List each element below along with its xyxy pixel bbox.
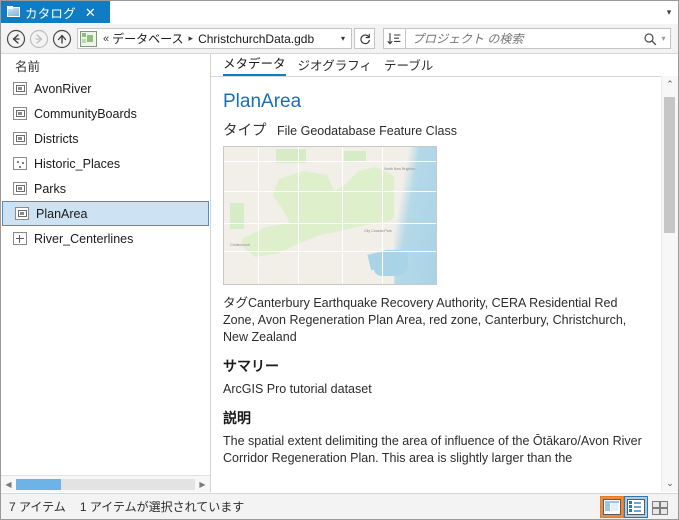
scroll-left-icon[interactable]: ◀ — [1, 480, 16, 489]
type-value: File Geodatabase Feature Class — [276, 124, 457, 138]
search-input[interactable] — [406, 31, 643, 46]
list-view-icon — [627, 498, 645, 515]
navigation-toolbar: « データベース ▸ ChristchurchData.gdb ▾ プロジェクト… — [1, 24, 678, 54]
thumbnail-map: North New Brighton Christchurch City Coa… — [223, 146, 437, 285]
status-bar: 7 アイテム 1 アイテムが選択されています — [1, 493, 678, 519]
tab-strip: カタログ ✕ ▾ — [1, 1, 678, 24]
tree-item-label: Districts — [34, 131, 79, 146]
hscroll-track[interactable] — [16, 478, 195, 490]
breadcrumb-separator-icon: ▸ — [188, 33, 194, 43]
breadcrumb-item-database[interactable]: データベース — [112, 30, 183, 47]
detail-panel: メタデータ ジオグラフィ テーブル PlanArea タイプ File Geod… — [211, 54, 678, 492]
breadcrumb-overflow-chevrons[interactable]: « — [100, 33, 112, 45]
back-button[interactable] — [5, 28, 27, 50]
up-arrow-icon — [52, 29, 72, 48]
detail-vertical-scrollbar[interactable]: ⌃ ⌄ — [661, 76, 678, 492]
tree-item-planarea[interactable]: PlanArea — [2, 201, 209, 226]
hscroll-thumb[interactable] — [16, 478, 61, 490]
content-split: 名前 AvonRiver CommunityBoards Districts H… — [1, 54, 678, 492]
detail-tabs: メタデータ ジオグラフィ テーブル — [211, 54, 678, 77]
view-mode-buttons — [600, 495, 678, 518]
description-heading: 説明 — [223, 410, 251, 426]
tree-item-label: CommunityBoards — [34, 106, 137, 121]
catalog-window: カタログ ✕ ▾ « データベース ▸ ChristchurchData.gdb… — [0, 0, 679, 520]
tab-strip-filler — [110, 1, 660, 23]
sort-button[interactable] — [383, 28, 405, 49]
tree-item-label: Parks — [34, 181, 66, 196]
item-count-label: 7 アイテム — [9, 500, 66, 514]
page-title: PlanArea — [223, 91, 302, 112]
metadata-content: PlanArea タイプ File Geodatabase Feature Cl… — [211, 77, 678, 492]
point-feature-class-icon — [13, 157, 27, 170]
tags-row: タグCanterbury Earthquake Recovery Authori… — [223, 295, 652, 346]
catalog-icon — [7, 6, 20, 18]
list-view-button[interactable] — [624, 495, 648, 518]
search-icon[interactable] — [643, 32, 657, 46]
forward-icon — [29, 29, 49, 48]
tree-item-historic-places[interactable]: Historic_Places — [1, 151, 210, 176]
tree-item-label: Historic_Places — [34, 156, 121, 171]
close-icon[interactable]: ✕ — [85, 6, 96, 19]
scroll-down-icon[interactable]: ⌄ — [662, 475, 678, 492]
tab-table[interactable]: テーブル — [384, 55, 433, 76]
refresh-button[interactable] — [354, 28, 375, 49]
details-view-button[interactable] — [600, 495, 624, 518]
scroll-right-icon[interactable]: ▶ — [195, 480, 210, 489]
back-icon — [6, 29, 26, 48]
scroll-up-icon[interactable]: ⌃ — [662, 76, 678, 93]
tree-item-label: AvonRiver — [34, 81, 92, 96]
polygon-feature-class-icon — [13, 107, 27, 120]
tags-value: Canterbury Earthquake Recovery Authority… — [223, 296, 627, 344]
summary-heading: サマリー — [223, 358, 279, 374]
vscroll-track[interactable] — [662, 93, 678, 475]
catalog-tree: AvonRiver CommunityBoards Districts Hist… — [1, 76, 210, 476]
tree-item-districts[interactable]: Districts — [1, 126, 210, 151]
search-box[interactable]: ▾ — [405, 28, 671, 49]
tab-catalog-label: カタログ — [25, 6, 76, 21]
sort-icon — [387, 32, 401, 44]
summary-text: ArcGIS Pro tutorial dataset — [223, 382, 372, 396]
up-button[interactable] — [51, 28, 73, 50]
tree-item-parks[interactable]: Parks — [1, 176, 210, 201]
refresh-icon — [359, 33, 370, 44]
description-text: The spatial extent delimiting the area o… — [223, 434, 642, 465]
tree-item-label: PlanArea — [36, 206, 88, 221]
breadcrumb-dropdown-icon[interactable]: ▾ — [335, 34, 351, 43]
forward-button — [28, 28, 50, 50]
tab-geography[interactable]: ジオグラフィ — [298, 55, 373, 76]
search-dropdown-icon[interactable]: ▾ — [657, 34, 670, 43]
tree-item-river-centerlines[interactable]: River_Centerlines — [1, 226, 210, 251]
details-view-icon — [603, 498, 621, 515]
column-header-name: 名前 — [1, 54, 210, 76]
tree-item-label: River_Centerlines — [34, 231, 134, 246]
tree-item-avonriver[interactable]: AvonRiver — [1, 76, 210, 101]
tags-label: タグ — [223, 296, 249, 310]
tile-view-icon — [652, 500, 668, 515]
polygon-feature-class-icon — [15, 207, 29, 220]
polygon-feature-class-icon — [13, 182, 27, 195]
vscroll-thumb[interactable] — [664, 97, 675, 233]
geodatabase-icon — [80, 30, 97, 47]
tree-item-communityboards[interactable]: CommunityBoards — [1, 101, 210, 126]
catalog-tree-panel: 名前 AvonRiver CommunityBoards Districts H… — [1, 54, 211, 492]
selection-status-label: 1 アイテムが選択されています — [79, 500, 245, 514]
type-label: タイプ — [223, 123, 267, 139]
breadcrumb-item-gdb[interactable]: ChristchurchData.gdb — [198, 32, 314, 46]
line-feature-class-icon — [13, 232, 27, 245]
search-area: ▾ — [383, 28, 671, 49]
tab-metadata[interactable]: メタデータ — [223, 53, 286, 76]
tile-view-button[interactable] — [648, 496, 672, 518]
breadcrumb[interactable]: « データベース ▸ ChristchurchData.gdb ▾ — [77, 28, 352, 49]
chevron-down-icon[interactable]: ▾ — [660, 1, 678, 23]
tab-catalog[interactable]: カタログ ✕ — [1, 1, 110, 23]
polygon-feature-class-icon — [13, 132, 27, 145]
type-row: タイプ File Geodatabase Feature Class — [223, 123, 652, 140]
polygon-feature-class-icon — [13, 82, 27, 95]
tree-horizontal-scrollbar[interactable]: ◀ ▶ — [1, 475, 210, 492]
